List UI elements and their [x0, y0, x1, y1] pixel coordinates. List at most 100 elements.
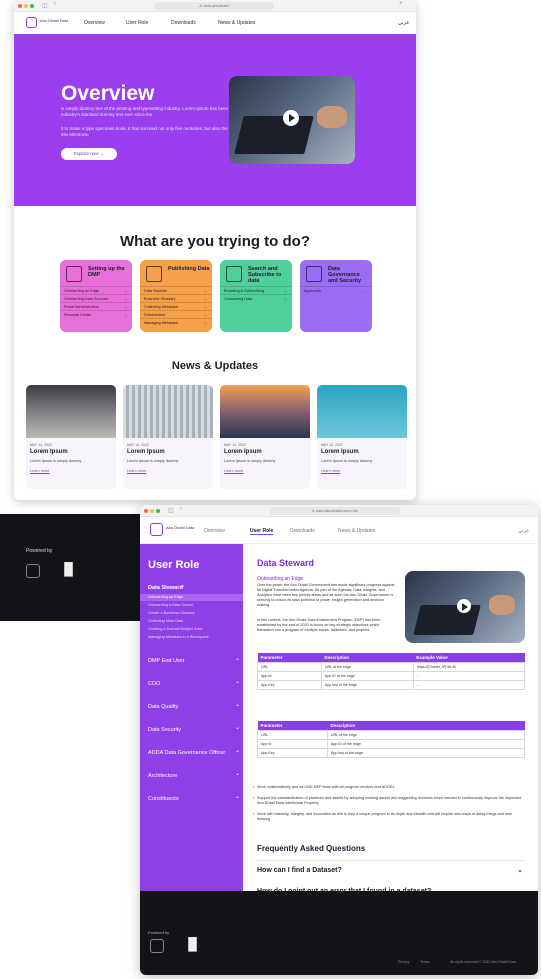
table-row: App Key App key of the edge [257, 747, 525, 758]
card-search[interactable]: Search and Subscribe to data Browsing & … [220, 260, 292, 332]
sidebar-section-data-quality[interactable]: Data Quality [148, 701, 240, 710]
card-item[interactable]: Browsing & Subscribing [220, 286, 292, 295]
learn-more-link[interactable]: Learn more [127, 469, 146, 473]
news-card[interactable]: MAY 14, 2022 Lorem Ipsum Lorem Ipsum is … [123, 385, 213, 489]
sidebar-item[interactable]: Onboarding a Data Source [148, 603, 193, 607]
faq-item[interactable]: How can I find a Dataset? ⌄ [257, 860, 525, 880]
sidebar-section-data-security[interactable]: Data Security [148, 724, 240, 733]
card-title: Data Governance and Security [328, 266, 362, 284]
minimize-window-button[interactable] [150, 509, 154, 513]
news-card[interactable]: MAY 14, 2022 Lorem Ipsum Lorem Ipsum is … [317, 385, 407, 489]
play-icon[interactable] [457, 599, 471, 613]
language-toggle[interactable]: عربي [518, 528, 529, 534]
sidebar-section-constituents[interactable]: Constituents [148, 793, 240, 802]
explore-now-button[interactable]: Explore now → [61, 148, 117, 160]
minimize-window-button[interactable] [24, 4, 28, 8]
content-video[interactable] [405, 571, 525, 643]
card-item[interactable]: Onboarding an Edge [60, 286, 132, 295]
signal-logo-icon: ▐▌ [184, 937, 202, 951]
copyright-text: All rights reserved © 2022 Abu Dhabi Dat… [450, 960, 516, 964]
hand-image [489, 595, 515, 615]
news-title: Lorem Ipsum [321, 449, 359, 455]
terms-link[interactable]: Terms [420, 960, 430, 964]
sidebar-item-onboarding-edge[interactable]: Onboarding an Edge [140, 594, 243, 601]
card-item[interactable]: Subdomains [140, 310, 212, 319]
bullet-item: Work collaboratively and as ONE DEP team… [253, 785, 525, 790]
back-arrow-icon[interactable]: ‹ [180, 506, 182, 512]
new-tab-icon[interactable]: + [399, 1, 403, 7]
hero-text: is simply dummy text of the printing and… [61, 106, 236, 117]
address-bar[interactable]: & data.abudhabi/user-role [270, 507, 400, 515]
card-item[interactable]: Consuming Data [220, 294, 292, 303]
sidebar-section-cdo[interactable]: CDO [148, 678, 240, 687]
sidebar-item[interactable]: Creating a Domain/Subject Area [148, 627, 202, 631]
nav-link-overview[interactable]: Overview [204, 528, 225, 534]
card-item[interactable]: Business Glossary [140, 294, 212, 303]
news-image [220, 385, 310, 438]
learn-more-link[interactable]: Learn more [30, 469, 49, 473]
news-image [26, 385, 116, 438]
card-setting-up[interactable]: Setting up the DMP Onboarding an Edge On… [60, 260, 132, 332]
top-navigation: Abu Dhabi Data Overview User Role Downlo… [14, 12, 416, 34]
card-item[interactable]: Portal Administration [60, 302, 132, 311]
card-item[interactable]: Onboarding Data Sources [60, 294, 132, 303]
sidebar-toggle-icon[interactable]: ◫ [42, 2, 48, 9]
news-image [123, 385, 213, 438]
emblem-icon [26, 564, 40, 578]
card-governance[interactable]: Data Governance and Security Approvals [300, 260, 372, 332]
table-row: App Id App ID of the edge - [257, 670, 526, 681]
news-desc: Lorem Ipsum is simply dummy [127, 459, 179, 463]
play-icon[interactable] [283, 110, 299, 126]
table-header: Parameter [257, 653, 322, 662]
language-toggle[interactable]: عربي [398, 20, 409, 26]
learn-more-link[interactable]: Learn more [321, 469, 340, 473]
close-window-button[interactable] [144, 509, 148, 513]
logo-icon[interactable] [150, 523, 163, 536]
learn-more-link[interactable]: Learn more [224, 469, 243, 473]
privacy-link[interactable]: Privacy [398, 960, 409, 964]
sidebar-toggle-icon[interactable]: ◫ [168, 507, 174, 514]
nav-link-news[interactable]: News & Updates [218, 20, 255, 26]
maximize-window-button[interactable] [156, 509, 160, 513]
hand-image [317, 106, 347, 128]
nav-link-user-role[interactable]: User Role [126, 20, 148, 26]
nav-link-news[interactable]: News & Updates [338, 528, 375, 534]
card-item[interactable]: Personal Center [60, 310, 132, 319]
nav-link-downloads[interactable]: Downloads [290, 528, 315, 534]
address-bar[interactable]: & data.abudhabi [154, 2, 274, 10]
nav-link-overview[interactable]: Overview [84, 20, 105, 26]
news-card[interactable]: MAY 14, 2022 Lorem Ipsum Lorem Ipsum is … [26, 385, 116, 489]
card-item[interactable]: Approvals [300, 286, 372, 295]
news-title: Lorem Ipsum [224, 449, 262, 455]
hero-video[interactable] [229, 76, 355, 164]
nav-link-downloads[interactable]: Downloads [171, 20, 196, 26]
sidebar-item[interactable]: Create a Business Glossary [148, 611, 195, 615]
chevron-down-icon[interactable]: ⌄ [517, 861, 523, 881]
back-arrow-icon[interactable]: ‹ [54, 1, 56, 7]
card-item[interactable]: Collecting Metadata [140, 302, 212, 311]
bullet-item: Work with Intensity, Integrity, and Inno… [253, 812, 525, 822]
sidebar-section-dmp-end-user[interactable]: DMP End User [148, 655, 240, 664]
sidebar-item[interactable]: Collecting Meta Data [148, 619, 183, 623]
browser-toolbar: ◫ ‹ & data.abudhabi + [14, 0, 416, 12]
card-publishing[interactable]: Publishing Data Data Sources Business Gl… [140, 260, 212, 332]
logo-text: Abu Dhabi Data [166, 525, 195, 530]
news-card[interactable]: MAY 14, 2022 Lorem Ipsum Lorem Ipsum is … [220, 385, 310, 489]
card-item[interactable]: Data Sources [140, 286, 212, 295]
shield-icon [306, 266, 322, 282]
logo-icon[interactable] [26, 17, 37, 28]
sidebar-item[interactable]: Managing Metadata in a Workspace [148, 635, 209, 639]
laptop-image [413, 605, 481, 635]
table-cell: URL of the edge [320, 661, 414, 672]
close-window-button[interactable] [18, 4, 22, 8]
card-title: Setting up the DMP [88, 266, 125, 278]
maximize-window-button[interactable] [30, 4, 34, 8]
news-title: Lorem Ipsum [127, 449, 165, 455]
table-header: Description [321, 653, 414, 662]
sidebar-section-architecture[interactable]: Architecture [148, 770, 240, 779]
sidebar-section-adda-officer[interactable]: ADDA Data Governance Officer [148, 747, 240, 756]
nav-link-user-role[interactable]: User Role [250, 528, 274, 535]
footer-fragment: Powered by ▐▌ [0, 514, 140, 621]
card-item[interactable]: Managing Metadata [140, 318, 212, 327]
sidebar-section-data-steward[interactable]: Data Steward [148, 582, 185, 591]
